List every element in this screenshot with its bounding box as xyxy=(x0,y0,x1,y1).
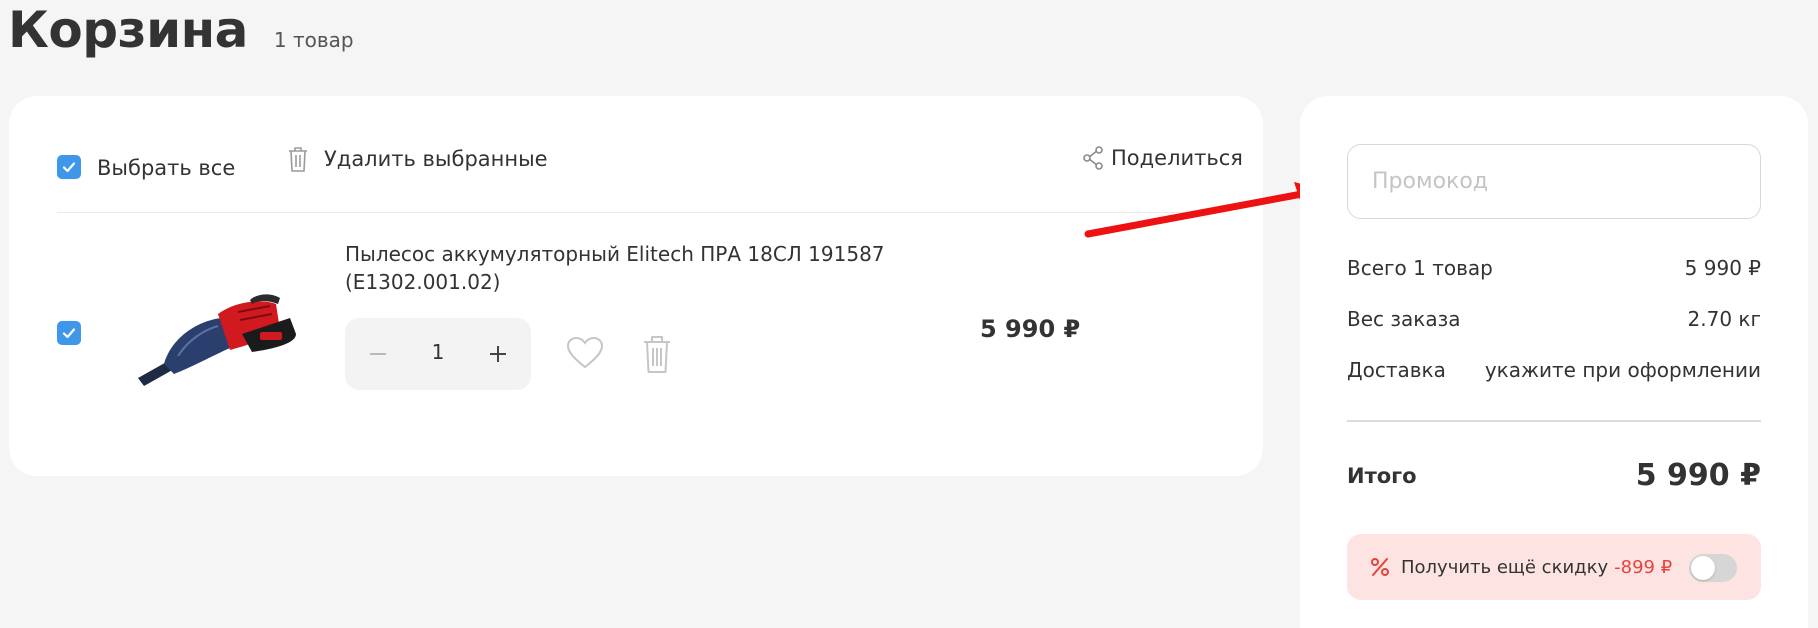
share-button[interactable]: Поделиться xyxy=(1082,146,1243,170)
summary-row-label: Всего 1 товар xyxy=(1347,256,1493,280)
summary-row-delivery: Доставка укажите при оформлении xyxy=(1347,358,1761,382)
grand-total-label: Итого xyxy=(1347,463,1417,488)
summary-row-value: 2.70 кг xyxy=(1687,307,1761,331)
quantity-increase-button[interactable] xyxy=(483,339,513,369)
page-title: Корзина xyxy=(8,1,248,59)
product-name-link[interactable]: Пылесос аккумуляторный Elitech ПРА 18СЛ … xyxy=(345,240,905,296)
share-label: Поделиться xyxy=(1111,146,1243,170)
grand-total-value: 5 990 ₽ xyxy=(1635,458,1761,493)
discount-amount: -899 ₽ xyxy=(1614,556,1673,578)
product-image[interactable] xyxy=(130,290,300,390)
summary-row-value: укажите при оформлении xyxy=(1484,358,1761,382)
discount-banner[interactable]: Получить ещё скидку -899 ₽ xyxy=(1347,534,1761,600)
trash-icon xyxy=(289,147,307,172)
page-header: Корзина 1 товар xyxy=(8,0,354,60)
select-all-label[interactable]: Выбрать все xyxy=(97,155,235,181)
select-all-checkbox[interactable] xyxy=(57,155,81,179)
summary-row-label: Доставка xyxy=(1347,358,1446,382)
delete-selected-label: Удалить выбранные xyxy=(324,147,548,171)
grand-total: Итого 5 990 ₽ xyxy=(1347,458,1761,493)
percent-icon xyxy=(1371,558,1389,576)
toolbar-divider xyxy=(57,212,1215,213)
quantity-stepper: 1 xyxy=(345,318,531,390)
share-icon xyxy=(1083,146,1103,170)
check-icon xyxy=(62,162,76,173)
item-checkbox[interactable] xyxy=(57,321,81,345)
check-icon xyxy=(62,328,76,339)
summary-row-total-items: Всего 1 товар 5 990 ₽ xyxy=(1347,256,1761,280)
heart-icon[interactable] xyxy=(566,336,604,370)
summary-row-label: Вес заказа xyxy=(1347,307,1461,331)
plus-icon xyxy=(490,346,506,362)
summary-row-value: 5 990 ₽ xyxy=(1684,256,1761,280)
discount-toggle[interactable] xyxy=(1689,554,1737,582)
trash-icon[interactable] xyxy=(642,334,672,374)
promo-code-input[interactable] xyxy=(1347,144,1761,219)
delete-selected-button[interactable]: Удалить выбранные xyxy=(286,145,548,173)
toggle-knob xyxy=(1691,556,1715,580)
item-price: 5 990 ₽ xyxy=(980,315,1081,343)
discount-text: Получить ещё скидку xyxy=(1401,556,1609,578)
cart-item-count: 1 товар xyxy=(273,28,354,52)
summary-row-weight: Вес заказа 2.70 кг xyxy=(1347,307,1761,331)
summary-divider xyxy=(1347,420,1761,422)
